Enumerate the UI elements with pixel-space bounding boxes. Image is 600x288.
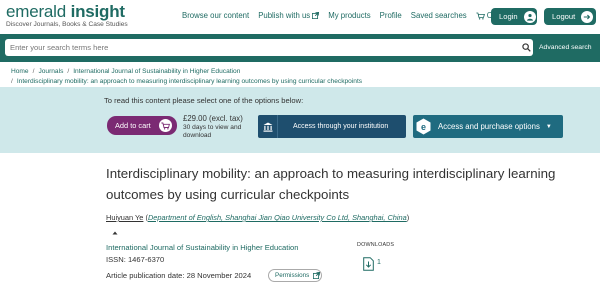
- logo-wordmark: emerald insight: [6, 2, 125, 21]
- site-header: emerald insight Discover Journals, Books…: [0, 0, 600, 34]
- login-button[interactable]: Login: [491, 8, 537, 25]
- emerald-e-icon: e: [413, 115, 433, 138]
- nav-browse-content[interactable]: Browse our content: [182, 11, 249, 20]
- breadcrumb: Home / Journals / International Journal of S…: [11, 67, 591, 87]
- author-affiliation[interactable]: Department of English, Shanghai Jian Qia…: [148, 213, 407, 222]
- logout-arrow-icon: [581, 10, 594, 23]
- breadcrumb-separator: /: [32, 68, 35, 75]
- expand-authors-icon[interactable]: [112, 231, 118, 235]
- access-purchase-label: Access and purchase options: [438, 122, 540, 131]
- top-navigation: Browse our content Publish with us My pr…: [182, 11, 510, 20]
- advanced-search-link[interactable]: Advanced search: [539, 44, 592, 51]
- journal-link[interactable]: International Journal of Sustainability …: [106, 243, 299, 252]
- logout-button[interactable]: Logout: [544, 8, 596, 25]
- affiliation-close-paren: ): [406, 213, 410, 222]
- nav-publish-with-us[interactable]: Publish with us: [258, 11, 320, 20]
- login-label: Login: [499, 12, 518, 21]
- nav-browse-content-label: Browse our content: [182, 11, 250, 20]
- breadcrumb-separator: /: [67, 68, 70, 75]
- institution-access-button[interactable]: Access through your institution: [258, 115, 406, 138]
- external-link-icon: [312, 12, 320, 19]
- breadcrumb-separator: /: [11, 78, 13, 85]
- institution-icon: [258, 115, 278, 138]
- nav-my-products-label: My products: [328, 11, 371, 20]
- downloads-label: DOWNLOADS: [357, 242, 395, 248]
- external-link-icon: [313, 272, 321, 279]
- price: £29.00 (excl. tax): [183, 114, 243, 123]
- cart-icon: [476, 12, 485, 20]
- nav-publish-label: Publish with us: [258, 11, 311, 20]
- search-bar: Advanced search: [0, 34, 600, 62]
- nav-saved-searches-label: Saved searches: [410, 11, 467, 20]
- search-icon[interactable]: [522, 43, 531, 52]
- logo-tagline: Discover Journals, Books & Case Studies: [6, 21, 128, 28]
- search-input[interactable]: [5, 39, 533, 56]
- access-options-band: To read this content please select one o…: [0, 87, 600, 153]
- add-to-cart-label: Add to cart: [115, 121, 151, 130]
- publication-date: Article publication date: 28 November 20…: [106, 271, 252, 280]
- nav-profile-label: Profile: [379, 11, 402, 20]
- author-name[interactable]: Huiyuan Ye: [106, 213, 143, 222]
- cart-icon: [158, 119, 172, 132]
- access-purchase-options-button[interactable]: e Access and purchase options ▼: [413, 115, 563, 138]
- add-to-cart-button[interactable]: Add to cart: [107, 116, 177, 135]
- nav-my-products[interactable]: My products: [328, 11, 370, 20]
- issn: ISSN: 1467-6370: [106, 255, 165, 264]
- price-info: £29.00 (excl. tax) 30 days to view and d…: [183, 114, 247, 141]
- chevron-down-icon: ▼: [545, 123, 552, 130]
- breadcrumb-current: Interdisciplinary mobility: an approach …: [16, 78, 363, 85]
- login-icon: [523, 10, 536, 23]
- article-title: Interdisciplinary mobility: an approach …: [106, 166, 556, 202]
- access-prompt: To read this content please select one o…: [104, 96, 304, 105]
- nav-saved-searches[interactable]: Saved searches: [411, 11, 467, 20]
- breadcrumb-journals[interactable]: Journals: [38, 68, 63, 75]
- breadcrumb-journal-title[interactable]: International Journal of Sustainability …: [73, 68, 240, 75]
- author-line: Huiyuan Ye (Department of English, Shang…: [106, 213, 409, 222]
- download-document-icon: [363, 257, 374, 271]
- svg-text:e: e: [420, 122, 425, 132]
- downloads-count: 1: [377, 259, 381, 266]
- institution-access-label: Access through your institution: [293, 123, 389, 130]
- permissions-label: Permissions: [275, 272, 310, 279]
- permissions-button[interactable]: Permissions: [268, 269, 322, 282]
- breadcrumb-home[interactable]: Home: [11, 68, 29, 75]
- price-note: 30 days to view and download: [183, 123, 242, 140]
- nav-profile[interactable]: Profile: [380, 11, 402, 20]
- logout-label: Logout: [552, 12, 576, 21]
- emerald-insight-logo[interactable]: emerald insight Discover Journals, Books…: [6, 2, 128, 29]
